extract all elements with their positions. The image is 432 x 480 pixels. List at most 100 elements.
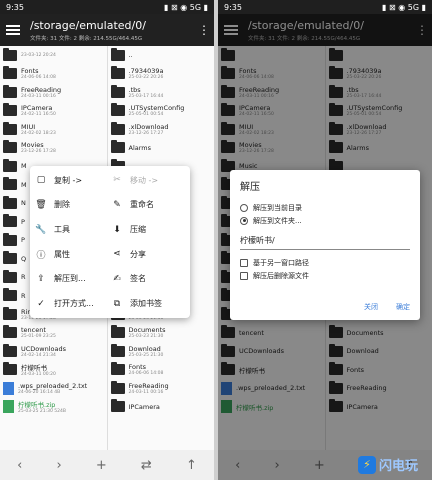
- radio-extract-here[interactable]: 解压到当前目录: [240, 201, 410, 214]
- app-bar: /storage/emulated/0/ 文件夹: 31 文件: 2 剩余: 2…: [0, 14, 214, 46]
- menu-icon[interactable]: [6, 25, 20, 35]
- text-file-icon: [3, 381, 14, 395]
- item-date: 25-03-22 20:26: [128, 75, 164, 81]
- folder-icon: [3, 121, 17, 135]
- menu-item[interactable]: ⬇ 压缩: [110, 217, 186, 242]
- menu-item-label: 属性: [54, 249, 70, 259]
- more-options-icon[interactable]: ⋮: [198, 23, 210, 37]
- menu-item-label: 添加书签: [130, 299, 162, 309]
- status-icons: ▮ ⊠ ◉ 5G ▮: [164, 2, 208, 12]
- folder-icon: [110, 121, 125, 135]
- list-item[interactable]: 柠檬听书 24-03-11 00:20: [3, 361, 107, 380]
- folder-icon: [3, 325, 17, 339]
- list-item[interactable]: IPCamera: [110, 398, 215, 417]
- list-item[interactable]: Alarms: [110, 139, 215, 158]
- folder-icon: [3, 362, 17, 376]
- item-name: Q: [21, 254, 27, 263]
- item-date: 25-03-25 21:30: [128, 352, 164, 358]
- list-item[interactable]: .7934039a 25-03-22 20:26: [110, 65, 215, 84]
- list-item[interactable]: FreeReading 24-03-11 00:16: [110, 379, 215, 398]
- menu-item-label: 压缩: [130, 225, 146, 235]
- list-item[interactable]: 柠檬听书.zip 25-03-25 21:30 524B: [3, 398, 107, 417]
- checkbox-icon[interactable]: [240, 258, 248, 267]
- watermark-text: 闪电玩: [378, 459, 418, 474]
- item-name: .xlDownload: [128, 122, 169, 131]
- menu-item[interactable]: ▢ 复制 ->: [34, 168, 110, 193]
- item-date: 25-03-17 16:44: [128, 93, 164, 99]
- menu-item[interactable]: ✍ 签名: [110, 267, 186, 292]
- watermark: ⚡ 闪电玩: [357, 455, 418, 474]
- item-date: 23-12-26 17:27: [128, 130, 164, 136]
- menu-item[interactable]: 🗑 删除: [34, 193, 110, 218]
- list-item[interactable]: FreeReading 24-03-11 00:16: [3, 83, 107, 102]
- close-button[interactable]: 关闭: [364, 302, 378, 312]
- list-item[interactable]: .UTSystemConfig 25-05-01 00:54: [110, 102, 215, 121]
- folder-icon: [3, 251, 17, 265]
- menu-item-label: 工具: [54, 225, 70, 235]
- list-item[interactable]: 23-03-12 20:24: [3, 46, 107, 65]
- radio-label: 解压到文件夹...: [253, 216, 302, 225]
- folder-icon: [3, 140, 17, 154]
- item-date: 25-05-01 00:54: [128, 112, 164, 118]
- status-bar: 9:35 ▮ ⊠ ◉ 5G ▮: [0, 0, 214, 14]
- menu-item[interactable]: ⧉ 添加书签: [110, 291, 186, 316]
- list-item[interactable]: IPCamera 24-02-11 16:50: [3, 102, 107, 121]
- radio-extract-folder[interactable]: 解压到文件夹...: [240, 214, 410, 227]
- menu-item-label: 移动 ->: [130, 175, 159, 185]
- delete-icon: 🗑: [35, 199, 47, 210]
- item-date: 23-12-26 17:28: [21, 149, 56, 155]
- checkbox-label: 解压后删除源文件: [253, 271, 309, 280]
- folder-icon: [3, 269, 17, 283]
- list-item[interactable]: Fonts 24-06-06 14:08: [3, 65, 107, 84]
- radio-selected-icon[interactable]: [240, 216, 248, 225]
- checkbox-icon[interactable]: [240, 271, 248, 280]
- list-item[interactable]: UCDownloads 24-02-14 21:34: [3, 342, 107, 361]
- status-icons: ▮ ⊠ ◉ 5G ▮: [382, 2, 426, 12]
- item-name: R: [21, 291, 26, 300]
- list-item[interactable]: ..: [110, 46, 215, 65]
- item-date: 24-06-20 16:14 4B: [18, 389, 61, 395]
- radio-icon[interactable]: [240, 203, 248, 212]
- item-name: .wps_preloaded_2.txt: [18, 381, 88, 390]
- list-item[interactable]: Movies 23-12-26 17:28: [3, 139, 107, 158]
- menu-item[interactable]: ✂ 移动 ->: [110, 168, 186, 193]
- up-icon[interactable]: ↑: [186, 458, 197, 473]
- list-item[interactable]: Documents 25-03-23 21:30: [110, 324, 215, 343]
- lightning-logo-icon: ⚡: [357, 455, 376, 474]
- menu-item[interactable]: ⓘ 属性: [34, 242, 110, 267]
- item-date: 24-02-02 18:23: [21, 130, 56, 136]
- swap-panes-icon[interactable]: ⇄: [141, 458, 152, 473]
- checkbox-other-pane[interactable]: 基于另一窗口路径: [240, 256, 410, 269]
- folder-icon: [3, 177, 17, 191]
- list-item[interactable]: .wps_preloaded_2.txt 24-06-20 16:14 4B: [3, 379, 107, 398]
- folder-icon: [110, 325, 125, 339]
- list-item[interactable]: .xlDownload 23-12-26 17:27: [110, 120, 215, 139]
- current-path: /storage/emulated/0/: [30, 18, 146, 32]
- list-item[interactable]: MIUI 24-02-02 18:23: [3, 120, 107, 139]
- menu-item[interactable]: ⋖ 分享: [110, 242, 186, 267]
- folder-icon: [3, 103, 17, 117]
- list-item[interactable]: .tbs 25-03-17 16:44: [110, 83, 215, 102]
- item-name: M: [21, 180, 27, 189]
- menu-item[interactable]: 🔧 工具: [34, 217, 110, 242]
- zip-file-icon: [3, 400, 14, 414]
- status-bar: 9:35 ▮ ⊠ ◉ 5G ▮: [218, 0, 432, 14]
- list-item[interactable]: tencent 25-01-09 23:25: [3, 324, 107, 343]
- folder-icon: [110, 362, 125, 376]
- item-name: MIUI: [21, 122, 36, 131]
- back-icon[interactable]: ‹: [17, 458, 22, 473]
- ok-button[interactable]: 确定: [396, 302, 410, 312]
- folder-name-input[interactable]: 柠檬听书/: [240, 232, 410, 250]
- menu-item[interactable]: ⇪ 解压到...: [34, 267, 110, 292]
- item-date: 24-03-11 00:16: [21, 93, 56, 99]
- list-item[interactable]: Fonts 24-06-06 14:08: [110, 361, 215, 380]
- menu-item[interactable]: ✎ 重命名: [110, 193, 186, 218]
- list-item[interactable]: Download 25-03-25 21:30: [110, 342, 215, 361]
- rename-icon: ✎: [113, 199, 121, 210]
- item-name: ..: [128, 51, 133, 60]
- add-icon[interactable]: +: [96, 458, 107, 473]
- checkbox-delete-source[interactable]: 解压后删除源文件: [240, 269, 410, 282]
- menu-item[interactable]: ✓ 打开方式...: [34, 291, 110, 316]
- item-name: P: [21, 236, 25, 245]
- forward-icon[interactable]: ›: [56, 458, 61, 473]
